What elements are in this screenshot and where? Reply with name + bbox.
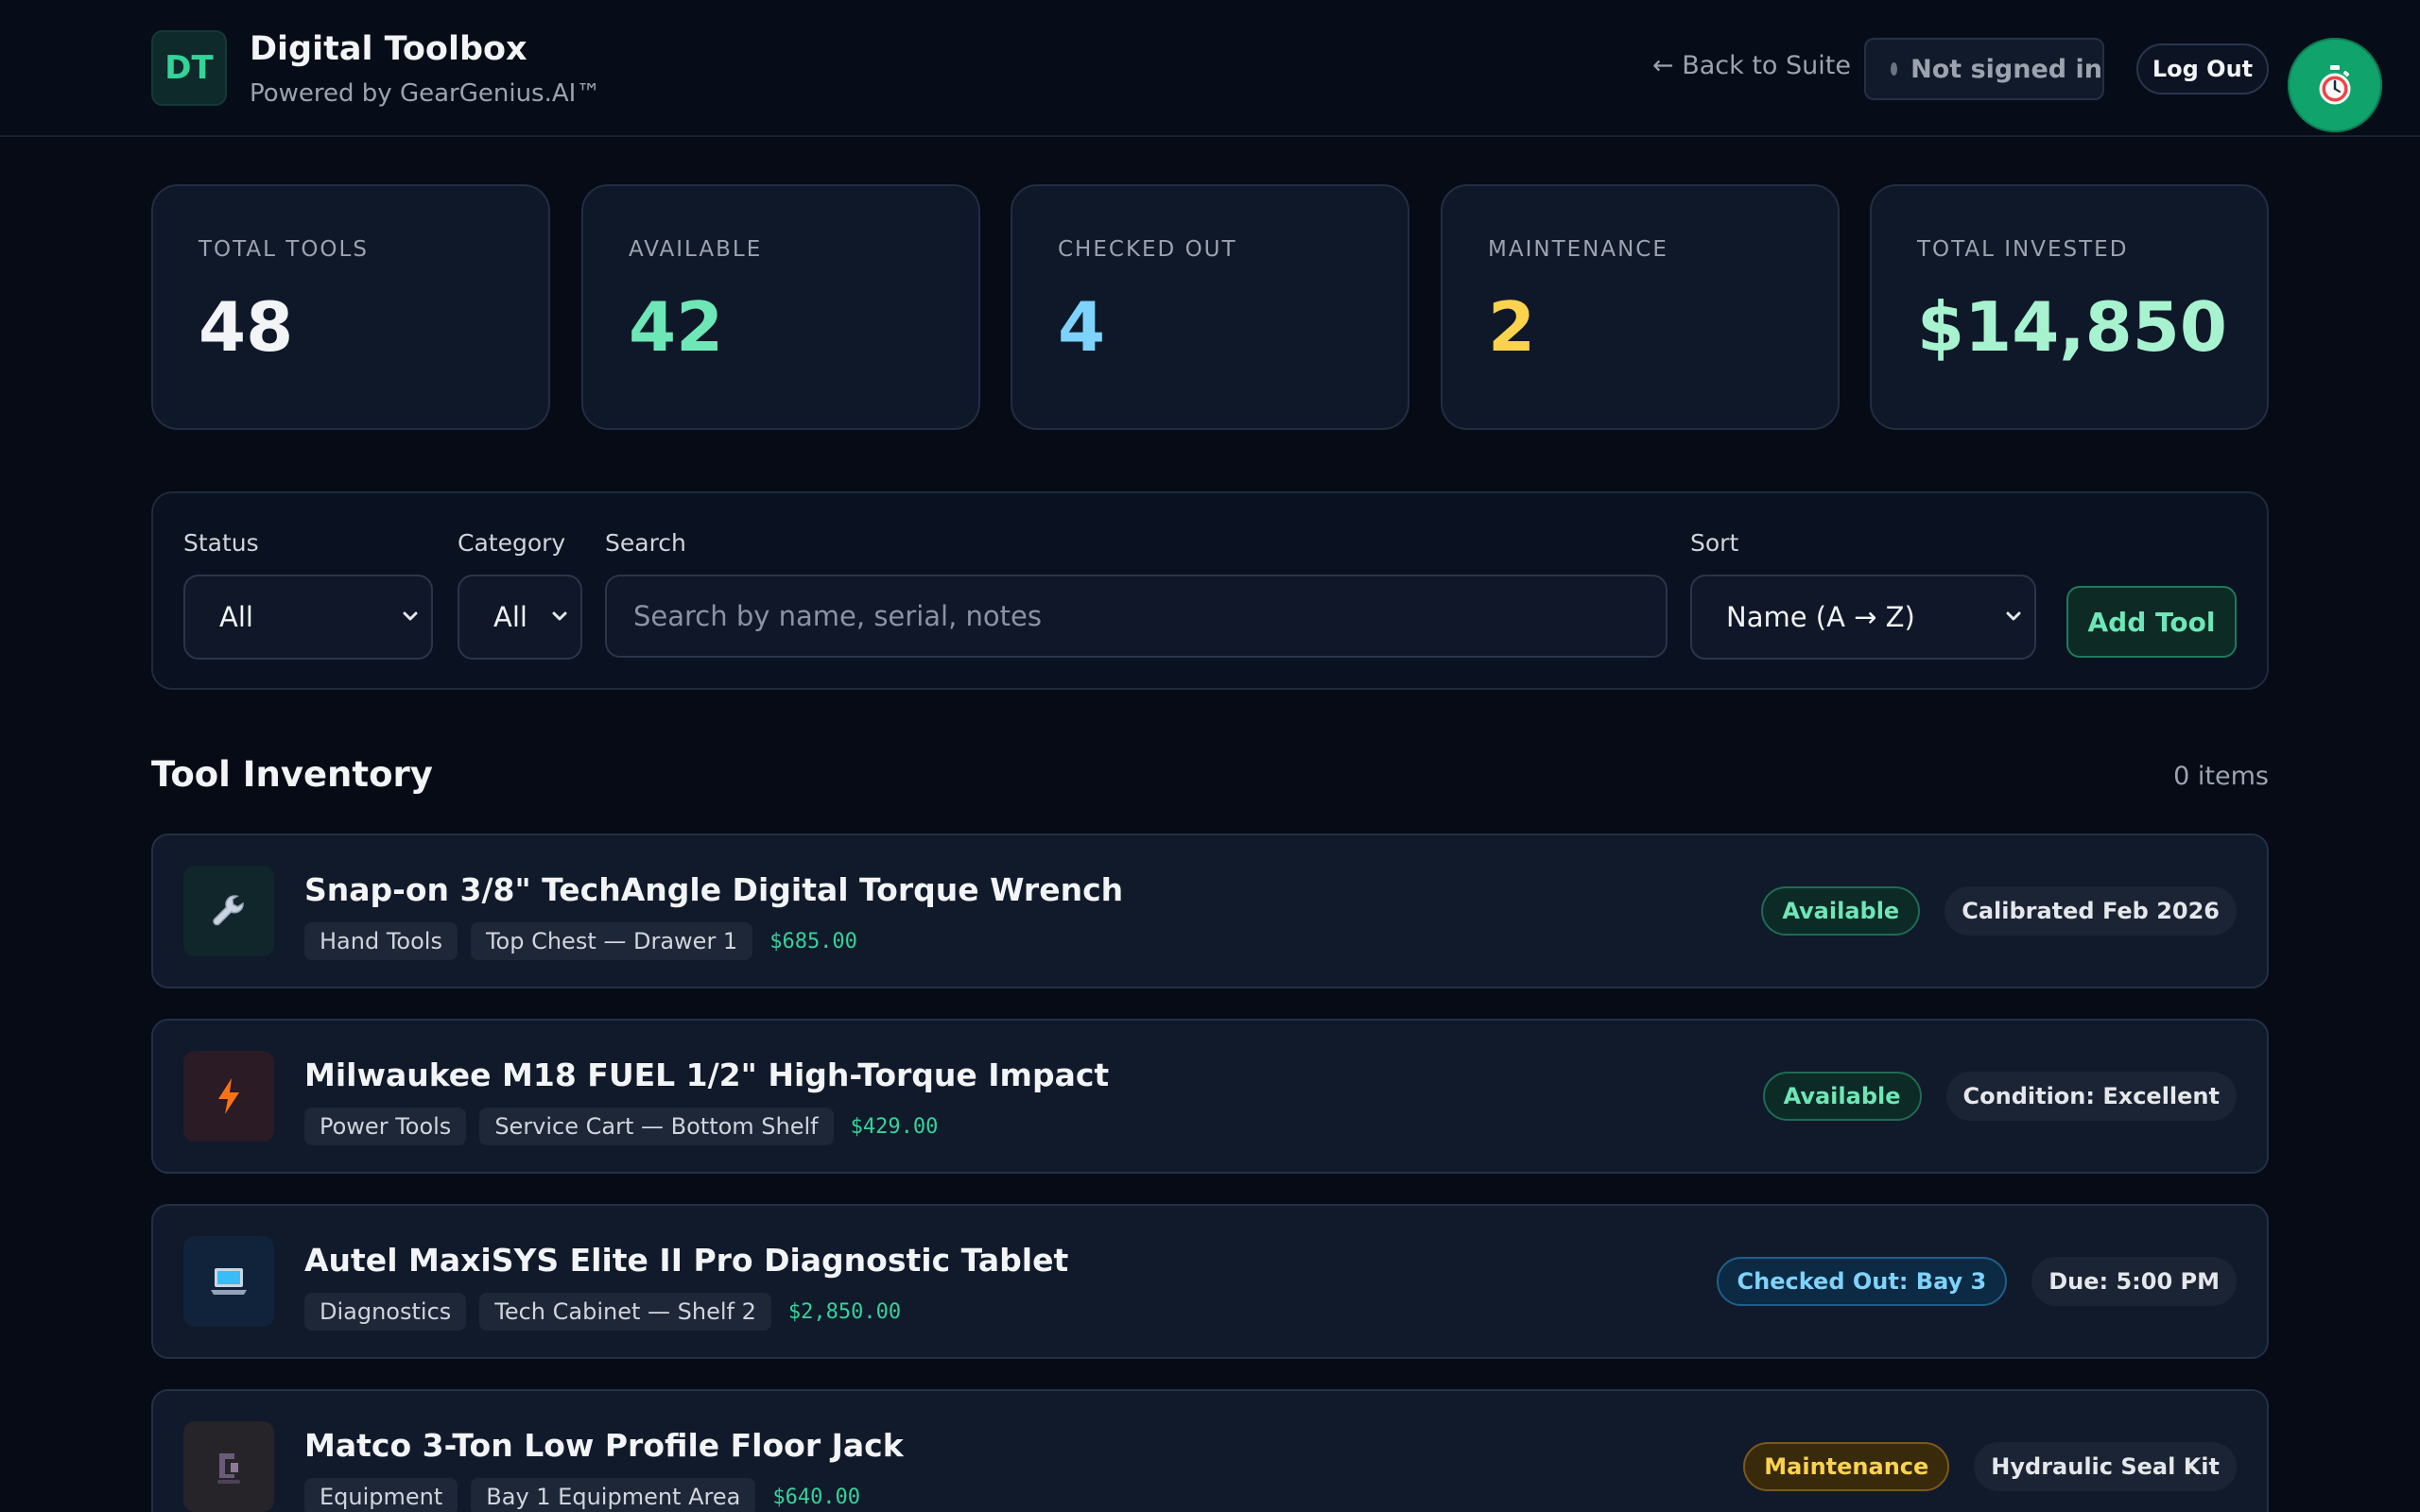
- filter-bar: Status All Category All Search Sort Name…: [151, 491, 2269, 690]
- tool-icon-tile: [183, 1051, 274, 1142]
- tool-info-badge: Condition: Excellent: [1945, 1072, 2237, 1121]
- status-badge: Available: [1762, 1072, 1922, 1121]
- status-filter-value: All: [219, 601, 253, 633]
- search-input[interactable]: [605, 575, 1668, 658]
- tool-price: $429.00: [850, 1114, 939, 1139]
- inventory-count: 0 items: [2173, 762, 2269, 791]
- stat-value: 4: [1058, 287, 1106, 367]
- signin-status-text: Not signed in: [1910, 54, 2102, 84]
- chevron-down-icon: [552, 611, 567, 621]
- status-badge: Maintenance: [1743, 1442, 1950, 1491]
- tool-row[interactable]: Autel MaxiSYS Elite II Pro Diagnostic Ta…: [151, 1204, 2269, 1359]
- tool-location-chip: Top Chest — Drawer 1: [470, 922, 753, 960]
- tool-location-chip: Service Cart — Bottom Shelf: [479, 1108, 834, 1145]
- tool-price: $685.00: [769, 929, 857, 954]
- stat-card-available: AVAILABLE 42: [581, 184, 980, 430]
- stat-value: $14,850: [1917, 287, 2227, 367]
- stat-value: 42: [629, 287, 724, 367]
- tool-icon-tile: [183, 1421, 274, 1512]
- category-filter-label: Category: [458, 529, 566, 557]
- chevron-down-icon: [403, 611, 418, 621]
- stat-label: MAINTENANCE: [1488, 237, 1668, 262]
- tool-name: Autel MaxiSYS Elite II Pro Diagnostic Ta…: [304, 1242, 1069, 1279]
- app-header: DT Digital Toolbox Powered by GearGenius…: [0, 0, 2420, 137]
- logout-button[interactable]: Log Out: [2136, 43, 2269, 94]
- tool-category-chip: Hand Tools: [304, 922, 458, 960]
- timer-button[interactable]: [2288, 38, 2382, 132]
- stat-value: 2: [1488, 287, 1536, 367]
- stat-label: TOTAL INVESTED: [1917, 237, 2129, 262]
- back-to-suite-link[interactable]: ← Back to Suite: [1652, 51, 1851, 80]
- tool-icon-tile: [183, 1236, 274, 1327]
- stat-label: CHECKED OUT: [1058, 237, 1237, 262]
- tool-name: Snap-on 3/8" TechAngle Digital Torque Wr…: [304, 871, 1124, 908]
- stat-label: AVAILABLE: [629, 237, 763, 262]
- search-label: Search: [605, 529, 686, 557]
- app-logo: DT: [151, 30, 227, 106]
- tool-category-chip: Power Tools: [304, 1108, 467, 1145]
- tool-row[interactable]: Snap-on 3/8" TechAngle Digital Torque Wr…: [151, 833, 2269, 988]
- app-title: Digital Toolbox: [250, 30, 527, 68]
- lightning-icon: [218, 1078, 239, 1114]
- tool-price: $2,850.00: [787, 1299, 902, 1324]
- tool-info-badge: Hydraulic Seal Kit: [1974, 1442, 2237, 1491]
- tool-category-chip: Diagnostics: [304, 1293, 467, 1331]
- tool-row[interactable]: Milwaukee M18 FUEL 1/2" High-Torque Impa…: [151, 1019, 2269, 1174]
- stat-value: 48: [199, 287, 294, 367]
- add-tool-button[interactable]: Add Tool: [2066, 586, 2237, 658]
- tool-category-chip: Equipment: [304, 1478, 458, 1512]
- laptop-icon: [211, 1268, 247, 1295]
- sort-value: Name (A → Z): [1726, 601, 1915, 633]
- status-badge: Available: [1761, 886, 1921, 936]
- category-filter-select[interactable]: All: [458, 575, 582, 660]
- signin-status: Not signed in: [1864, 38, 2104, 100]
- sort-label: Sort: [1690, 529, 1739, 557]
- tool-location-chip: Bay 1 Equipment Area: [471, 1478, 756, 1512]
- tool-icon-tile: [183, 866, 274, 956]
- wrench-icon: [213, 895, 244, 926]
- category-filter-value: All: [493, 601, 527, 633]
- tool-name: Milwaukee M18 FUEL 1/2" High-Torque Impa…: [304, 1057, 1110, 1093]
- tool-name: Matco 3-Ton Low Profile Floor Jack: [304, 1427, 904, 1464]
- stat-label: TOTAL TOOLS: [199, 237, 369, 262]
- app-subtitle: Powered by GearGenius.AI™: [250, 79, 601, 108]
- status-filter-select[interactable]: All: [183, 575, 433, 660]
- sort-select[interactable]: Name (A → Z): [1690, 575, 2036, 660]
- tool-price: $640.00: [772, 1485, 861, 1509]
- chevron-down-icon: [2006, 611, 2021, 621]
- tool-info-badge: Calibrated Feb 2026: [1945, 886, 2237, 936]
- floor-jack-icon: [217, 1453, 240, 1484]
- stat-card-checked-out: CHECKED OUT 4: [1011, 184, 1409, 430]
- stat-card-total-tools: TOTAL TOOLS 48: [151, 184, 550, 430]
- tool-location-chip: Tech Cabinet — Shelf 2: [479, 1293, 771, 1331]
- tool-row[interactable]: Matco 3-Ton Low Profile Floor Jack Equip…: [151, 1389, 2269, 1512]
- status-filter-label: Status: [183, 529, 259, 557]
- inventory-title: Tool Inventory: [151, 754, 433, 795]
- status-dot-icon: [1891, 62, 1898, 76]
- tool-info-badge: Due: 5:00 PM: [2031, 1257, 2237, 1306]
- stat-card-maintenance: MAINTENANCE 2: [1441, 184, 1840, 430]
- stopwatch-icon: [2319, 65, 2351, 105]
- stat-card-total-invested: TOTAL INVESTED $14,850: [1870, 184, 2269, 430]
- status-badge: Checked Out: Bay 3: [1716, 1257, 2008, 1306]
